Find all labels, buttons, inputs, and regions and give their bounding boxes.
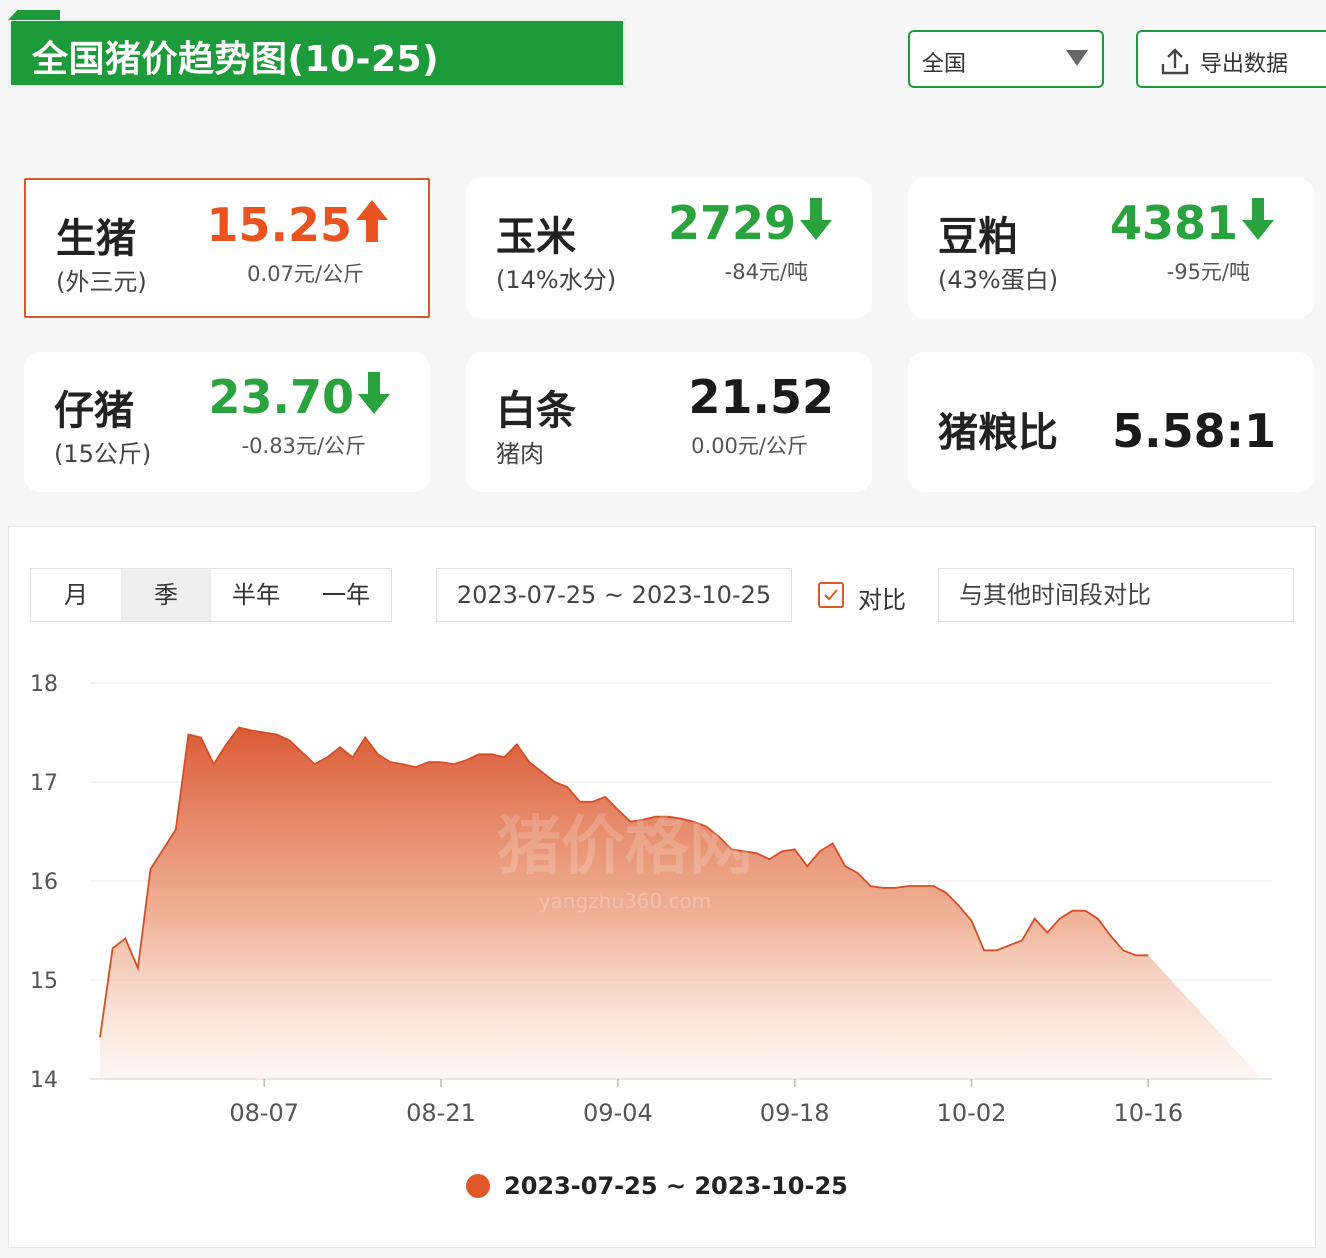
y-tick-label: 16 — [30, 870, 58, 895]
y-tick-label: 15 — [30, 969, 58, 994]
x-tick-label: 09-18 — [760, 1099, 830, 1127]
y-tick-label: 14 — [30, 1068, 58, 1093]
price-chart: 14 15 16 17 18 08-07 08-21 09-04 09-18 10-02 10-1… — [30, 672, 1272, 1127]
y-tick-label: 17 — [30, 771, 58, 796]
watermark-url: yangzhu360.com — [539, 889, 712, 913]
legend-label: 2023-07-25 ~ 2023-10-25 — [504, 1172, 848, 1200]
x-tick-label: 10-16 — [1113, 1099, 1183, 1127]
watermark-text: 猪价格网 — [497, 810, 753, 884]
y-axis: 14 15 16 17 18 — [30, 672, 58, 1093]
x-tick-label: 08-07 — [229, 1099, 299, 1127]
x-tick-label: 08-21 — [406, 1099, 476, 1127]
y-tick-label: 18 — [30, 672, 58, 697]
x-axis: 08-07 08-21 09-04 09-18 10-02 10-16 — [229, 1079, 1183, 1127]
chart-legend[interactable]: 2023-07-25 ~ 2023-10-25 — [466, 1172, 848, 1200]
x-tick-label: 10-02 — [937, 1099, 1007, 1127]
legend-marker — [466, 1174, 490, 1198]
x-tick-label: 09-04 — [583, 1099, 653, 1127]
